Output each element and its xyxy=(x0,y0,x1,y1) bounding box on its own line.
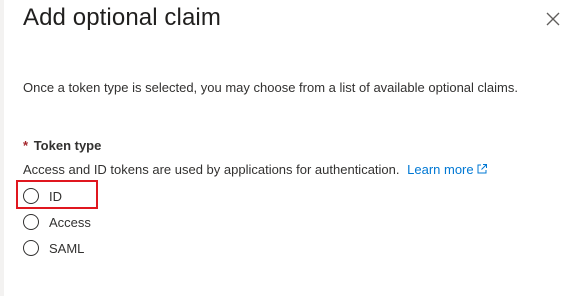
add-optional-claim-panel: Add optional claim Once a token type is … xyxy=(0,0,586,296)
close-icon xyxy=(546,12,560,26)
radio-option-saml[interactable]: SAML xyxy=(23,240,84,256)
token-type-label: * Token type xyxy=(23,138,101,153)
radio-label-saml: SAML xyxy=(49,240,85,256)
intro-text: Once a token type is selected, you may c… xyxy=(23,80,518,95)
required-marker: * xyxy=(23,138,29,153)
radio-button-access[interactable] xyxy=(23,214,39,230)
radio-option-id[interactable]: ID xyxy=(23,188,62,204)
token-type-description: Access and ID tokens are used by applica… xyxy=(23,162,488,177)
radio-label-id: ID xyxy=(49,188,62,204)
page-title: Add optional claim xyxy=(23,4,221,31)
token-type-label-text: Token type xyxy=(33,138,102,153)
learn-more-link[interactable]: Learn more xyxy=(407,162,487,177)
radio-button-saml[interactable] xyxy=(23,240,39,256)
external-link-icon xyxy=(477,164,487,174)
radio-label-access: Access xyxy=(49,214,91,230)
close-button[interactable] xyxy=(542,8,564,30)
learn-more-label: Learn more xyxy=(407,162,474,177)
radio-button-id[interactable] xyxy=(23,188,39,204)
radio-option-access[interactable]: Access xyxy=(23,214,91,230)
description-text: Access and ID tokens are used by applica… xyxy=(23,162,400,177)
